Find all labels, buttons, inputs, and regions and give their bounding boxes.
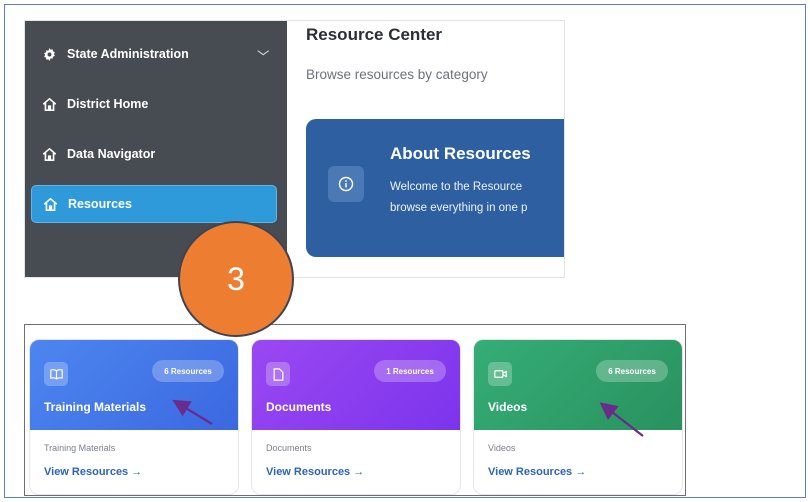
sidebar-item-label: State Administration — [67, 47, 189, 61]
view-resources-link[interactable]: View Resources → — [44, 466, 142, 478]
sidebar-item-state-administration[interactable]: State Administration ⌵ — [31, 35, 277, 73]
home-icon — [41, 147, 57, 161]
chevron-down-icon[interactable]: ⌵ — [257, 46, 269, 59]
home-icon — [42, 197, 58, 211]
sidebar-item-label: District Home — [67, 97, 149, 111]
category-name: Training Materials — [44, 400, 147, 414]
category-description: Documents — [266, 443, 312, 453]
category-name: Documents — [266, 400, 332, 414]
category-card-videos[interactable]: 6 Resources Videos Videos View Resources… — [473, 339, 683, 495]
sidebar-item-label: Data Navigator — [67, 147, 156, 161]
view-resources-link[interactable]: View Resources → — [266, 466, 364, 478]
category-card-training-materials[interactable]: 6 Resources Training Materials Training … — [29, 339, 239, 495]
home-icon — [41, 97, 57, 111]
info-icon — [328, 166, 364, 202]
category-card-header: 6 Resources Training Materials — [30, 340, 238, 430]
document-icon — [266, 362, 290, 386]
resource-center-screenshot: State Administration ⌵ District Home Dat… — [24, 20, 565, 278]
category-card-header: 1 Resources Documents — [252, 340, 460, 430]
page-title: Resource Center — [306, 25, 443, 44]
resource-count-badge: 6 Resources — [596, 360, 668, 382]
category-card-documents[interactable]: 1 Resources Documents Documents View Res… — [251, 339, 461, 495]
page-subtitle: Browse resources by category — [306, 67, 488, 82]
sidebar-item-label: Resources — [68, 197, 132, 211]
about-line: Welcome to the Resource — [390, 181, 523, 193]
sidebar-item-data-navigator[interactable]: Data Navigator — [31, 135, 277, 173]
sidebar-item-resources[interactable]: Resources — [31, 185, 277, 223]
resource-categories-screenshot: 6 Resources Training Materials Training … — [24, 324, 686, 496]
about-title: About Resources — [390, 144, 531, 163]
about-resources-card: About Resources Welcome to the Resource … — [306, 119, 564, 257]
video-icon — [488, 362, 512, 386]
gear-icon — [41, 47, 57, 61]
sidebar-item-district-home[interactable]: District Home — [31, 85, 277, 123]
category-card-header: 6 Resources Videos — [474, 340, 682, 430]
about-line: browse everything in one p — [390, 202, 528, 214]
resource-count-badge: 6 Resources — [152, 360, 224, 382]
category-description: Training Materials — [44, 443, 116, 453]
book-open-icon — [44, 362, 68, 386]
category-description: Videos — [488, 443, 516, 453]
about-text: Welcome to the Resource browse everythin… — [390, 177, 527, 219]
category-name: Videos — [488, 400, 528, 414]
resource-count-badge: 1 Resources — [374, 360, 446, 382]
view-resources-link[interactable]: View Resources → — [488, 466, 586, 478]
step-number-badge: 3 — [178, 221, 294, 337]
